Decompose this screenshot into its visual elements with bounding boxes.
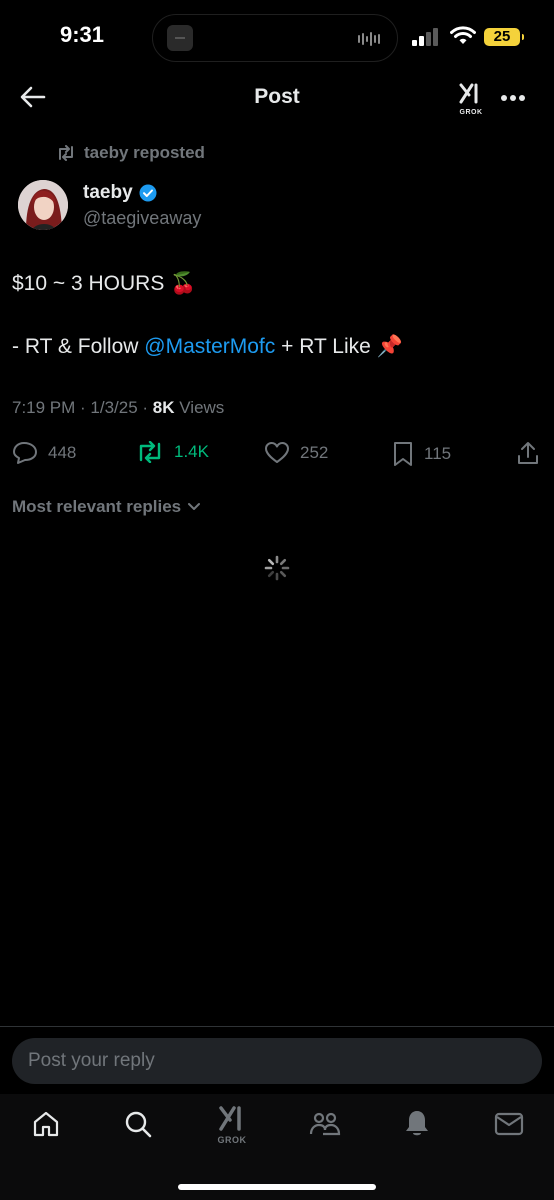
repost-action-icon [139, 441, 161, 463]
home-indicator [178, 1184, 376, 1190]
replies-sort-label: Most relevant replies [12, 497, 182, 516]
more-options-icon[interactable] [500, 94, 526, 102]
reply-count: 448 [48, 443, 77, 462]
battery-indicator: 25 [484, 28, 524, 46]
repost-icon [59, 145, 73, 161]
author-handle[interactable]: @taegiveaway [83, 208, 201, 229]
notifications-bell-icon[interactable] [403, 1108, 431, 1138]
repost-context[interactable]: taeby reposted [56, 143, 205, 163]
island-app-icon [167, 25, 193, 51]
tweet-meta: 7:19 PM · 1/3/25 · 8K Views [12, 398, 224, 418]
share-icon[interactable] [516, 440, 540, 466]
like-count: 252 [300, 443, 329, 462]
search-icon[interactable] [124, 1110, 152, 1138]
tweet-text-line-2: - RT & Follow @MasterMofc + RT Like 📌 [12, 335, 403, 359]
tweet-text-line-1: $10 ~ 3 HOURS 🍒 [12, 272, 197, 295]
mention-link[interactable]: @MasterMofc [144, 335, 275, 358]
tab-grok[interactable]: GROK [214, 1104, 250, 1145]
bookmark-icon [394, 442, 412, 466]
audio-wave-icon [358, 32, 380, 46]
tweet-text-suffix: + RT Like 📌 [275, 335, 403, 358]
loading-spinner-icon [264, 555, 290, 581]
dynamic-island [152, 14, 398, 62]
repost-count: 1.4K [174, 442, 209, 461]
grok-tab-label: GROK [217, 1135, 247, 1145]
bookmark-count: 115 [424, 444, 452, 463]
replies-sort-dropdown[interactable]: Most relevant replies [12, 497, 201, 517]
status-time: 9:31 [60, 22, 105, 47]
cellular-signal-icon [412, 28, 438, 46]
reply-divider [0, 1026, 554, 1027]
home-icon[interactable] [32, 1110, 60, 1138]
repost-label: taeby reposted [84, 143, 205, 162]
grok-label: GROK [459, 109, 483, 116]
communities-icon[interactable] [309, 1110, 341, 1138]
heart-icon [265, 442, 289, 463]
tweet-text-prefix: - RT & Follow [12, 335, 145, 358]
verified-badge-icon [139, 184, 157, 202]
chevron-down-icon [188, 503, 201, 510]
grok-button[interactable]: GROK [456, 82, 486, 116]
avatar[interactable] [18, 180, 68, 230]
avatar-image [18, 180, 68, 230]
author-name[interactable]: taeby [83, 182, 157, 204]
views-count: 8K [152, 398, 175, 417]
repost-button[interactable]: 1.4K [136, 441, 209, 463]
messages-mail-icon[interactable] [494, 1112, 524, 1136]
bookmark-button[interactable]: 115 [392, 441, 451, 467]
views-label: Views [174, 398, 225, 417]
reply-button[interactable]: 448 [12, 441, 76, 465]
timestamp: 7:19 PM · 1/3/25 · [12, 398, 153, 417]
author-name-text: taeby [83, 182, 133, 203]
grok-tab-icon [219, 1106, 241, 1131]
reply-input[interactable]: Post your reply [12, 1038, 542, 1084]
grok-icon [459, 83, 478, 104]
wifi-icon [450, 26, 476, 44]
reply-icon [13, 442, 37, 464]
like-button[interactable]: 252 [264, 441, 328, 465]
